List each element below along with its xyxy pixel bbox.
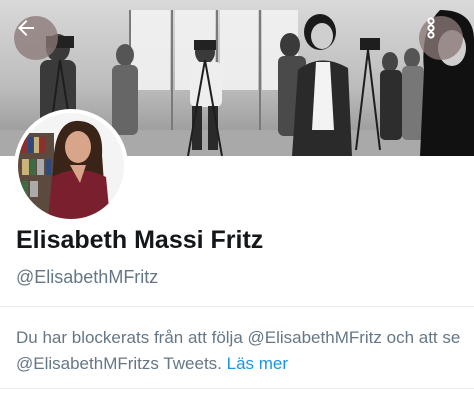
profile-handle: @ElisabethMFritz [16,267,159,287]
divider [0,306,474,307]
profile-display-name: Elisabeth Massi Fritz [16,226,264,254]
read-more-link[interactable]: Läs mer [227,354,288,373]
avatar[interactable] [14,109,128,223]
profile-page: Elisabeth Massi Fritz @ElisabethMFritz D… [0,0,474,418]
avatar-photo [18,113,124,219]
more-options-button[interactable] [419,16,463,60]
arrow-left-icon [18,20,34,36]
more-vertical-icon [427,17,435,39]
back-button[interactable] [14,16,58,60]
blocked-notice: Du har blockerats från att följa @Elisab… [16,325,466,377]
divider [0,388,474,389]
